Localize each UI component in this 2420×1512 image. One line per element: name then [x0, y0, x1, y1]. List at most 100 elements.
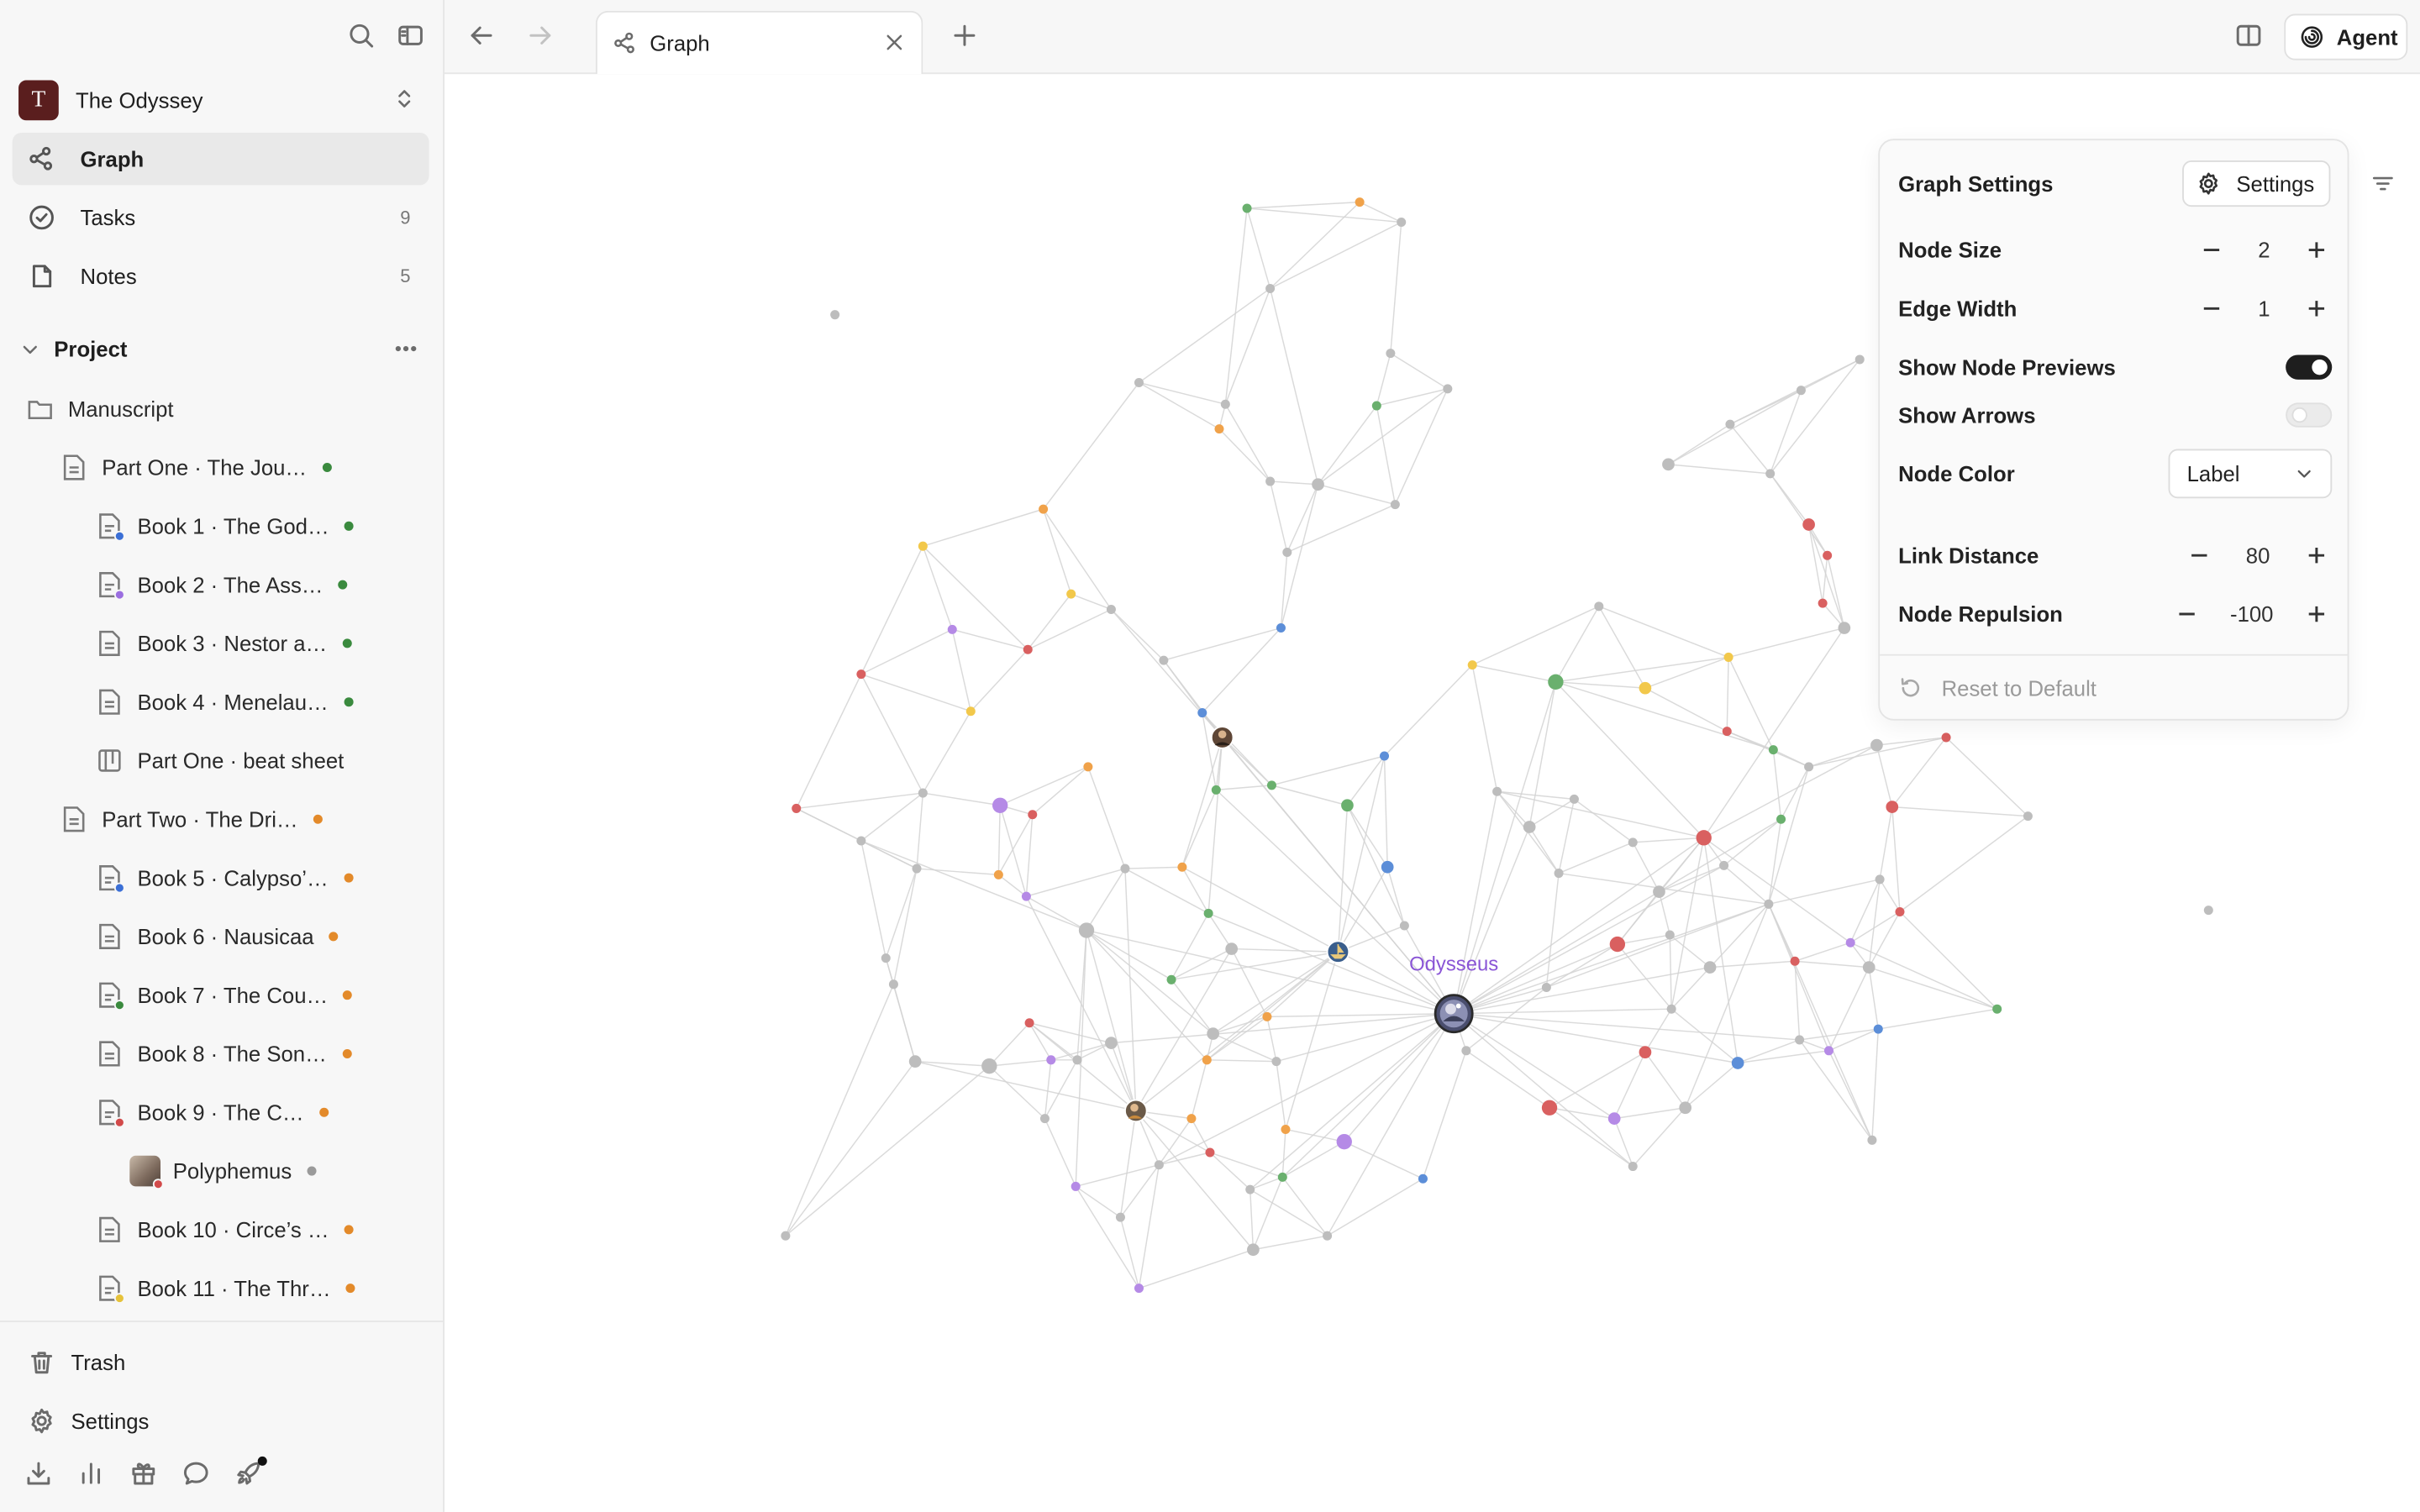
graph-node[interactable]: [1594, 601, 1604, 612]
graph-node[interactable]: [1262, 1011, 1272, 1021]
graph-node[interactable]: [781, 1231, 791, 1241]
graph-node[interactable]: [1723, 652, 1733, 662]
graph-node[interactable]: [1028, 810, 1038, 820]
graph-node[interactable]: [1134, 377, 1144, 388]
graph-node[interactable]: [1443, 384, 1453, 394]
graph-node[interactable]: [1768, 745, 1778, 755]
graph-node[interactable]: [1197, 708, 1207, 718]
graph-node[interactable]: [1220, 399, 1230, 409]
graph-node[interactable]: [1399, 921, 1409, 931]
graph-node[interactable]: [1242, 203, 1252, 213]
node-repulsion-decrement-button[interactable]: [2171, 599, 2202, 630]
graph-node[interactable]: [1467, 660, 1477, 670]
graph-node[interactable]: [1818, 598, 1828, 608]
node-repulsion-value[interactable]: -100: [2202, 601, 2302, 626]
graph-node[interactable]: [981, 1058, 997, 1074]
graph-node[interactable]: [1653, 885, 1665, 898]
edge-width-value[interactable]: 1: [2227, 297, 2301, 321]
graph-node[interactable]: [856, 836, 866, 846]
tree-item-document[interactable]: Book 7 · The Cou…: [97, 975, 353, 1016]
graph-node[interactable]: [1225, 942, 1239, 955]
node-repulsion-increment-button[interactable]: [2302, 599, 2333, 630]
graph-node[interactable]: [993, 869, 1003, 879]
node-size-stepper[interactable]: 2: [2196, 230, 2333, 270]
graph-node[interactable]: [1790, 956, 1800, 966]
tree-item-document[interactable]: Book 6 · Nausicaa: [97, 916, 339, 957]
graph-node[interactable]: [2023, 811, 2033, 822]
tree-item-folder[interactable]: Manuscript: [28, 389, 174, 429]
graph-node[interactable]: [1072, 1055, 1082, 1065]
graph-node[interactable]: [1628, 837, 1638, 848]
sidebar-toggle-icon[interactable]: [397, 22, 424, 50]
graph-node[interactable]: [1023, 644, 1033, 654]
graph-node[interactable]: [1662, 458, 1675, 471]
graph-node[interactable]: [1418, 1173, 1428, 1184]
graph-node[interactable]: [918, 788, 928, 798]
graph-node[interactable]: [1247, 1243, 1260, 1257]
graph-node[interactable]: [1639, 681, 1652, 695]
graph-node[interactable]: [792, 803, 802, 813]
gift-icon[interactable]: [129, 1460, 157, 1488]
link-distance-decrement-button[interactable]: [2184, 540, 2215, 571]
graph-node[interactable]: [1312, 478, 1324, 491]
graph-node[interactable]: [1039, 1114, 1050, 1124]
graph-node[interactable]: [1166, 974, 1176, 984]
node-size-value[interactable]: 2: [2227, 238, 2301, 262]
graph-node[interactable]: [1177, 862, 1187, 872]
graph-node[interactable]: [1722, 727, 1732, 737]
graph-node[interactable]: [1823, 550, 1833, 560]
graph-node[interactable]: [1862, 961, 1876, 974]
sidebar-item-graph[interactable]: Graph: [12, 132, 429, 186]
graph-node[interactable]: [1265, 283, 1276, 293]
tree-item-document[interactable]: Book 11 · The Thr…: [97, 1268, 355, 1309]
graph-node[interactable]: [908, 1055, 922, 1068]
graph-node[interactable]: [1046, 1055, 1056, 1065]
graph-node[interactable]: [1071, 1181, 1081, 1191]
node-size-increment-button[interactable]: [2302, 234, 2333, 265]
graph-node[interactable]: [1802, 518, 1815, 531]
graph-node[interactable]: [1341, 799, 1354, 812]
graph-node[interactable]: [1607, 1112, 1621, 1125]
graph-node[interactable]: [1886, 801, 1899, 813]
graph-node[interactable]: [1266, 780, 1276, 790]
link-distance-value[interactable]: 80: [2215, 543, 2302, 568]
graph-node[interactable]: [1397, 217, 1407, 227]
graph-node[interactable]: [1776, 814, 1786, 824]
graph-node[interactable]: [1873, 1024, 1883, 1034]
split-view-icon[interactable]: [2235, 22, 2263, 50]
graph-node[interactable]: [1336, 1133, 1352, 1150]
graph-node[interactable]: [1039, 504, 1049, 514]
graph-node[interactable]: [1554, 869, 1564, 879]
rocket-icon[interactable]: [234, 1456, 267, 1488]
tree-item-document[interactable]: Part Two · The Dri…: [61, 799, 324, 839]
node-color-select[interactable]: Label: [2168, 449, 2333, 499]
graph-node[interactable]: [2203, 906, 2213, 916]
forward-arrow-icon[interactable]: [526, 22, 554, 50]
sidebar-item-notes[interactable]: Notes 5: [13, 250, 429, 302]
graph-node[interactable]: [947, 624, 957, 634]
project-section-header[interactable]: Project: [18, 330, 426, 367]
graph-node[interactable]: [1390, 500, 1400, 510]
graph-node[interactable]: [1461, 1046, 1471, 1056]
graph-node[interactable]: [1895, 906, 1905, 916]
graph-node[interactable]: [1186, 1114, 1197, 1124]
tree-item-document[interactable]: Book 3 · Nestor a…: [97, 623, 352, 664]
sidebar-item-tasks[interactable]: Tasks 9: [13, 192, 429, 244]
graph-node[interactable]: [1569, 794, 1579, 804]
graph-node[interactable]: [1021, 891, 1031, 901]
link-distance-stepper[interactable]: 80: [2184, 535, 2332, 575]
graph-node[interactable]: [1823, 1046, 1833, 1056]
graph-node[interactable]: [1245, 1184, 1255, 1194]
graph-preview-node-portrait[interactable]: [1210, 726, 1234, 749]
tree-item-document[interactable]: Part One · The Jou…: [61, 448, 332, 488]
graph-node[interactable]: [1845, 937, 1855, 948]
add-tab-icon[interactable]: [950, 22, 978, 50]
graph-node[interactable]: [1066, 589, 1076, 599]
graph-node[interactable]: [1548, 674, 1564, 690]
graph-node[interactable]: [881, 953, 891, 963]
graph-node[interactable]: [1875, 874, 1885, 885]
graph-node[interactable]: [1265, 476, 1276, 486]
graph-node[interactable]: [1719, 860, 1729, 870]
graph-node[interactable]: [1381, 860, 1394, 874]
chart-bar-icon[interactable]: [77, 1460, 105, 1488]
